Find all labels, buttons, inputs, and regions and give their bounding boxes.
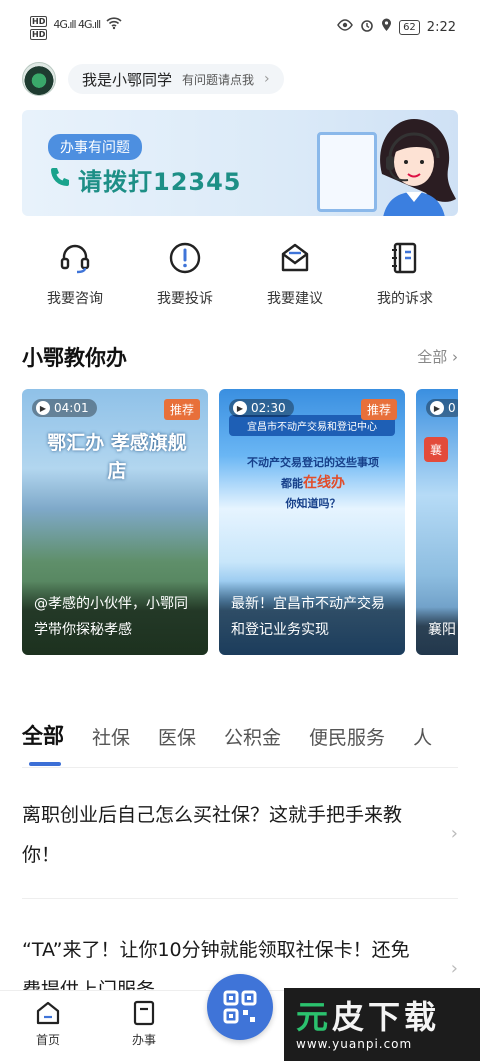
action-my-requests[interactable]: 我的诉求 <box>352 240 458 308</box>
status-left: HD HD 4G.ıll 4G.ıll <box>30 16 122 56</box>
tab-housing-fund[interactable]: 公积金 <box>224 723 281 750</box>
article-item[interactable]: 离职创业后自己怎么买社保？这就手把手来教你！ › <box>22 795 458 875</box>
tab-more[interactable]: 人 <box>413 723 432 750</box>
nav-home-label: 首页 <box>35 1033 60 1047</box>
active-tab-indicator <box>29 762 61 766</box>
signal-icon: 4G.ıll 4G.ıll <box>53 18 101 31</box>
eye-icon <box>337 19 353 35</box>
watermark-brand: 元皮下载 <box>296 999 480 1035</box>
document-icon <box>133 1000 155 1026</box>
hd-badge: HD <box>30 16 48 27</box>
duration-badge: ▶ 04:01 <box>32 399 97 417</box>
action-complain[interactable]: 我要投诉 <box>132 240 238 308</box>
wifi-icon <box>106 16 122 34</box>
quick-actions: 我要咨询 我要投诉 我要建议 我的诉求 <box>22 240 458 308</box>
banner-tag: 办事有问题 <box>48 134 142 160</box>
duration-badge: ▶ 0 <box>426 399 458 417</box>
recommend-badge: 推荐 <box>360 399 397 420</box>
tab-convenience[interactable]: 便民服务 <box>309 723 385 750</box>
status-right: 62 2:22 <box>337 16 456 38</box>
location-icon <box>381 18 392 36</box>
action-consult[interactable]: 我要咨询 <box>22 240 128 308</box>
duration-badge: ▶ 02:30 <box>229 399 294 417</box>
action-label: 我要建议 <box>267 291 323 307</box>
play-icon: ▶ <box>430 401 444 415</box>
battery-icon: 62 <box>399 19 420 35</box>
site-watermark: 元皮下载 www.yuanpi.com <box>284 988 480 1061</box>
notebook-icon <box>392 242 417 274</box>
video-card[interactable]: 宜昌市不动产交易和登记中心 不动产交易登记的这些事项 都能在线办 你知道吗？ ▶… <box>219 389 405 655</box>
divider <box>22 898 458 899</box>
card-image-line: 不动产交易登记的这些事项 <box>247 456 379 469</box>
watermark-url: www.yuanpi.com <box>296 1036 413 1051</box>
card-image-line: 你知道吗？ <box>285 497 341 510</box>
tab-social-security[interactable]: 社保 <box>92 723 130 750</box>
watermark-brand-b: 皮下载 <box>332 997 441 1036</box>
section-more-label: 全部 <box>417 348 448 366</box>
nav-service-label: 办事 <box>131 1033 156 1047</box>
card-logo-badge: 襄 <box>424 437 449 462</box>
card-image-line: 都能在线办 <box>233 473 393 494</box>
chevron-right-icon: › <box>450 958 458 979</box>
nav-service[interactable]: 办事 <box>114 999 174 1048</box>
phone-icon <box>48 165 72 195</box>
play-icon: ▶ <box>36 401 50 415</box>
assistant-pill[interactable]: 我是小鄂同学 有问题请点我 › <box>68 64 284 94</box>
nav-home[interactable]: 首页 <box>18 999 78 1048</box>
assistant-hint: 有问题请点我 <box>182 72 255 87</box>
banner-call-row: 请拨打12345 <box>48 162 242 197</box>
video-card[interactable]: ▶0 襄 襄阳 住房 <box>416 389 458 655</box>
action-label: 我要投诉 <box>157 291 213 307</box>
action-label: 我要咨询 <box>47 291 103 307</box>
chevron-right-icon: › <box>264 71 270 87</box>
article-title: 离职创业后自己怎么买社保？这就手把手来教你！ <box>22 804 403 866</box>
section-title: 小鄂教你办 <box>22 346 127 370</box>
category-tabs: 全部 社保 医保 公积金 便民服务 人 <box>22 720 432 750</box>
card-caption: @孝感的小伙伴，小鄂同学带你探秘孝感 <box>22 581 208 655</box>
section-more-link[interactable]: 全部 › <box>417 346 458 367</box>
play-icon: ▶ <box>233 401 247 415</box>
hd-badge: HD <box>30 29 48 40</box>
qr-code-button[interactable] <box>207 974 273 1040</box>
card-image-highlight: 在线办 <box>303 475 345 491</box>
alert-circle-icon <box>169 242 201 274</box>
assistant-bar[interactable]: 我是小鄂同学 有问题请点我 › <box>22 62 284 96</box>
action-suggest[interactable]: 我要建议 <box>242 240 348 308</box>
video-card[interactable]: 鄂汇办 孝感旗舰店 ▶ 04:01 推荐 @孝感的小伙伴，小鄂同学带你探秘孝感 <box>22 389 208 655</box>
divider <box>22 767 458 768</box>
hotline-banner[interactable]: 办事有问题 请拨打12345 <box>22 110 458 216</box>
hd-badges: HD HD <box>30 16 48 40</box>
card-caption: 最新！宜昌市不动产交易和登记业务实现 <box>219 581 405 655</box>
banner-call-text: 请拨打12345 <box>78 168 242 196</box>
tab-all[interactable]: 全部 <box>22 720 64 750</box>
clock: 2:22 <box>426 19 456 35</box>
recommend-badge: 推荐 <box>163 399 200 420</box>
watermark-brand-a: 元 <box>296 997 333 1036</box>
video-carousel[interactable]: 鄂汇办 孝感旗舰店 ▶ 04:01 推荐 @孝感的小伙伴，小鄂同学带你探秘孝感 宜… <box>22 389 458 655</box>
action-label: 我的诉求 <box>377 291 433 307</box>
headset-icon <box>60 244 90 274</box>
home-icon <box>36 1001 60 1025</box>
duration-text: 04:01 <box>54 401 89 415</box>
status-bar: HD HD 4G.ıll 4G.ıll 62 2:22 <box>0 0 480 56</box>
duration-text: 0 <box>448 401 456 415</box>
chevron-right-icon: › <box>447 348 458 366</box>
chevron-right-icon: › <box>450 823 458 844</box>
qr-code-icon <box>223 990 257 1024</box>
duration-text: 02:30 <box>251 401 286 415</box>
assistant-name: 我是小鄂同学 <box>82 70 173 89</box>
operator-illustration <box>380 119 456 216</box>
assistant-avatar[interactable] <box>22 62 56 96</box>
card-image-title: 鄂汇办 孝感旗舰店 <box>47 432 187 482</box>
card-caption: 襄阳 住房 <box>416 607 458 655</box>
mail-icon <box>281 243 309 272</box>
card-image-text: 不动产交易登记的这些事项 都能在线办 你知道吗？ <box>233 453 393 514</box>
card-image-word: 都能 <box>281 477 303 490</box>
tab-medical-insurance[interactable]: 医保 <box>158 723 196 750</box>
alarm-icon <box>360 18 374 36</box>
